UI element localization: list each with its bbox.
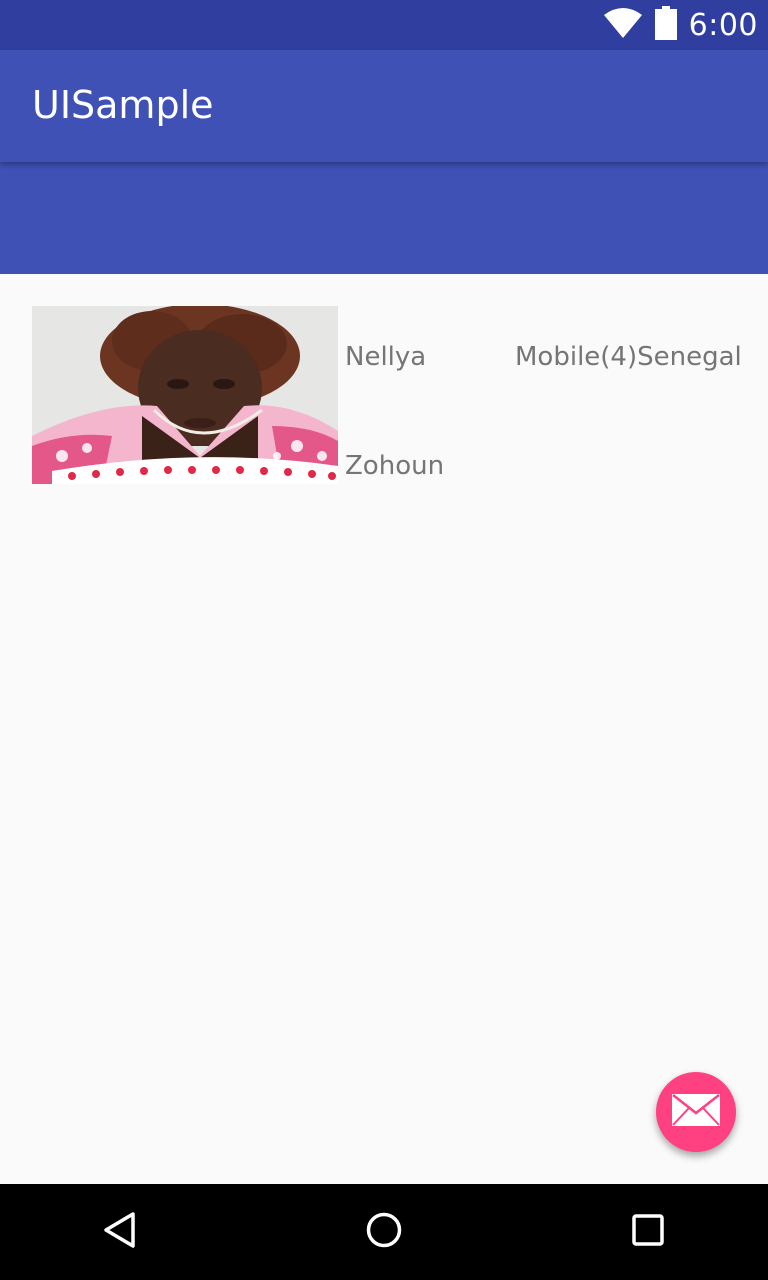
home-icon — [364, 1210, 404, 1255]
app-title: UISample — [32, 83, 214, 127]
app-bar-extension — [0, 162, 768, 274]
navigation-bar — [0, 1184, 768, 1280]
content-area: Nellya Mobile(4)Senegal Zohoun — [0, 274, 768, 1184]
status-bar: 6:00 — [0, 0, 768, 50]
wifi-icon — [603, 7, 643, 44]
list-item[interactable]: Nellya Mobile(4)Senegal Zohoun — [32, 306, 742, 484]
detail-text: Mobile(4)Senegal — [515, 342, 742, 372]
mail-icon — [671, 1093, 721, 1132]
back-icon — [100, 1210, 140, 1255]
status-time: 6:00 — [688, 7, 758, 43]
back-button[interactable] — [92, 1204, 148, 1260]
recents-icon — [628, 1210, 668, 1255]
recents-button[interactable] — [620, 1204, 676, 1260]
mail-fab-button[interactable] — [656, 1072, 736, 1152]
last-name-text: Zohoun — [345, 451, 445, 481]
app-bar: UISample — [0, 50, 768, 162]
first-name-text: Nellya — [345, 342, 427, 372]
home-button[interactable] — [356, 1204, 412, 1260]
person-photo — [32, 306, 338, 484]
battery-icon — [654, 5, 677, 45]
status-icons: 6:00 — [603, 0, 758, 50]
